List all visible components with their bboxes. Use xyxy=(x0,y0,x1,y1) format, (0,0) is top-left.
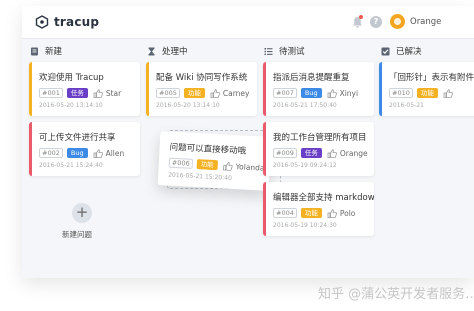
assignee-name: Polo xyxy=(339,208,356,218)
card-date: 2016-05-21 17:50:40 xyxy=(273,102,337,109)
issue-type-badge: 功能 xyxy=(416,88,438,98)
assignee-icon xyxy=(223,161,233,171)
tracup-logo-icon xyxy=(35,15,49,29)
card-date: 2016-05-21 15:24:40 xyxy=(39,162,103,169)
issue-type-badge: 功能 xyxy=(300,208,322,218)
issue-id: #010 xyxy=(389,88,413,98)
issue-id: #007 xyxy=(273,88,297,98)
issue-card[interactable]: 我的工作台管理所有项目 #009 任务 Orange 2016-05-19 09… xyxy=(263,122,374,176)
card-date: 2016-05-19 10:24:30 xyxy=(273,222,337,229)
priority-bar xyxy=(146,62,149,116)
avatar[interactable] xyxy=(390,14,405,29)
column-header-resolved: 已解决 xyxy=(381,44,422,58)
assignee-name: Carney xyxy=(222,88,250,98)
app-title: tracup xyxy=(54,15,100,29)
priority-bar xyxy=(263,182,266,236)
add-issue-label[interactable]: 新建问题 xyxy=(62,229,92,240)
issue-id: #005 xyxy=(156,88,180,98)
issue-type-badge: 功能 xyxy=(196,159,218,171)
card-title: 我的工作台管理所有项目 xyxy=(273,133,367,143)
assignee-icon xyxy=(93,148,103,158)
card-title: 配备 Wiki 协同写作系统 xyxy=(156,73,248,83)
assignee-icon xyxy=(210,88,220,98)
card-date: 2016-05-20 13:14:10 xyxy=(156,102,220,109)
assignee-icon xyxy=(93,88,103,98)
issue-type-badge: 功能 xyxy=(183,88,205,98)
notification-dot xyxy=(359,15,363,19)
assignee-name: Star xyxy=(105,88,122,98)
card-title: 欢迎使用 Tracup xyxy=(39,73,104,83)
issue-card[interactable]: 指派后消息提醒重复 #007 Bug Xinyi 2016-05-21 17:5… xyxy=(263,62,374,116)
assignee-icon xyxy=(327,148,337,158)
app-window: tracup ? Orange 新建 处理中 待测试 已解决 欢迎使用 Trac… xyxy=(22,6,474,278)
issue-id: #009 xyxy=(273,148,297,158)
issue-id: #004 xyxy=(273,208,297,218)
column-title: 已解决 xyxy=(396,47,422,57)
column-title: 待测试 xyxy=(279,47,305,57)
card-title: 编辑器全部支持 markdown xyxy=(273,193,374,203)
dragging-issue-card[interactable]: 问题可以直接移动哦 #006 功能 Yolanda 2016-05-21 15:… xyxy=(157,131,272,191)
issue-card[interactable]: 「回形针」表示有附件 #010 功能 2016-05-21 xyxy=(379,62,474,116)
checkbox-icon xyxy=(381,47,390,55)
issue-card[interactable]: 配备 Wiki 协同写作系统 #005 功能 Carney 2016-05-20… xyxy=(146,62,257,116)
column-header-processing: 处理中 xyxy=(147,44,188,58)
issue-type-badge: Bug xyxy=(66,148,88,158)
column-header-new: 新建 xyxy=(30,44,62,58)
issue-type-badge: 任务 xyxy=(66,88,88,98)
list-icon xyxy=(264,47,273,55)
priority-bar xyxy=(157,131,164,186)
card-date: 2016-05-19 09:24:12 xyxy=(273,162,337,169)
assignee-name: Yolanda xyxy=(235,161,265,173)
card-date: 2016-05-21 15:20:40 xyxy=(168,171,233,182)
card-title: 问题可以直接移动哦 xyxy=(169,142,247,157)
hourglass-icon xyxy=(148,47,155,55)
card-title: 指派后消息提醒重复 xyxy=(273,73,350,83)
watermark: 知乎 @蒲公英开发者服务… xyxy=(318,287,474,302)
priority-bar xyxy=(263,122,266,176)
column-title: 处理中 xyxy=(162,47,188,57)
issue-type-badge: 任务 xyxy=(300,148,322,158)
assignee-name: Allen xyxy=(105,148,125,158)
issue-id: #006 xyxy=(168,157,193,169)
issue-type-badge: Bug xyxy=(300,88,322,98)
assignee-icon xyxy=(327,208,337,218)
assignee-name: Xinyi xyxy=(339,88,359,98)
top-bar: tracup ? Orange xyxy=(22,6,474,39)
card-title: 「回形针」表示有附件 xyxy=(389,73,474,83)
card-date: 2016-05-21 xyxy=(389,102,424,109)
priority-bar xyxy=(29,62,32,116)
assignee-name: Orange xyxy=(339,148,368,158)
issue-card[interactable]: 编辑器全部支持 markdown #004 功能 Polo 2016-05-19… xyxy=(263,182,374,236)
assignee-icon xyxy=(327,88,337,98)
issue-id: #001 xyxy=(39,88,63,98)
column-header-testing: 待测试 xyxy=(264,44,305,58)
assignee-icon xyxy=(443,88,453,98)
priority-bar xyxy=(263,62,266,116)
priority-bar xyxy=(29,122,32,176)
document-icon xyxy=(31,47,38,55)
column-title: 新建 xyxy=(45,47,63,57)
help-icon[interactable]: ? xyxy=(370,16,382,28)
card-date: 2016-05-20 13:14:10 xyxy=(39,102,103,109)
card-title: 可上传文件进行共享 xyxy=(39,133,116,143)
issue-card[interactable]: 欢迎使用 Tracup #001 任务 Star 2016-05-20 13:1… xyxy=(29,62,140,116)
user-name[interactable]: Orange xyxy=(410,17,441,27)
issue-card[interactable]: 可上传文件进行共享 #002 Bug Allen 2016-05-21 15:2… xyxy=(29,122,140,176)
add-issue-button[interactable]: + xyxy=(72,203,92,223)
priority-bar xyxy=(379,62,382,116)
issue-id: #002 xyxy=(39,148,63,158)
